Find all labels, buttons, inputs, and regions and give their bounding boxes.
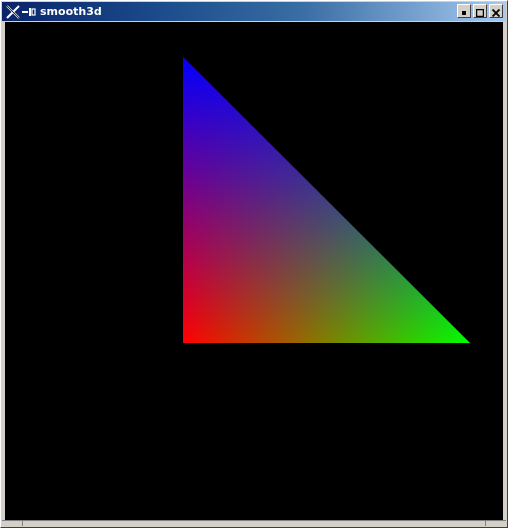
maximize-button[interactable] <box>473 4 487 18</box>
close-button[interactable] <box>489 4 503 18</box>
render-area <box>183 57 470 343</box>
window-menu-icon[interactable] <box>22 7 36 17</box>
window-title: smooth3d <box>40 5 102 18</box>
app-window: smooth3d <box>0 0 508 528</box>
smooth-shaded-triangle <box>183 57 470 343</box>
resize-handle-left[interactable] <box>2 521 23 526</box>
x-logo-icon[interactable] <box>5 4 21 20</box>
minimize-button[interactable] <box>457 4 471 18</box>
maximize-icon <box>475 2 485 21</box>
window-controls <box>457 4 503 18</box>
resize-handle-right[interactable] <box>485 521 506 526</box>
triangle-blue-layer <box>183 57 470 343</box>
title-bar[interactable]: smooth3d <box>2 2 506 21</box>
gl-canvas[interactable] <box>5 22 503 521</box>
close-icon <box>491 2 501 21</box>
window-bottom-border[interactable] <box>2 520 506 526</box>
minimize-icon <box>460 2 468 21</box>
